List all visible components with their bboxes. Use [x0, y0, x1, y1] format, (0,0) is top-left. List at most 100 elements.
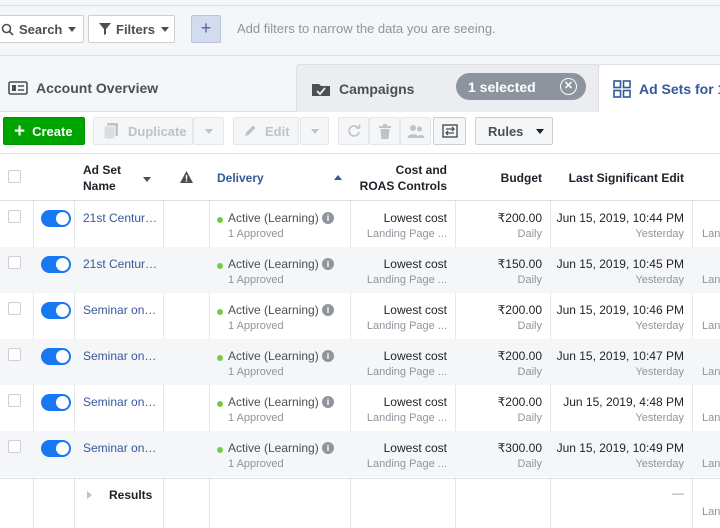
filters-button[interactable]: Filters: [88, 15, 175, 43]
cost-sub: Landing Page ...: [366, 458, 447, 470]
ad-set-name-link[interactable]: Seminar on Marketing: [83, 303, 159, 317]
cost-control: Lowest cost: [383, 303, 447, 317]
column-header-last-edit[interactable]: Last Significant Edit: [552, 170, 684, 186]
sort-up-icon[interactable]: [334, 175, 342, 180]
budget-value[interactable]: ₹200.00: [452, 211, 542, 225]
edit-dropdown[interactable]: [300, 117, 329, 145]
info-icon[interactable]: i: [322, 258, 334, 270]
truncated-column-text: Lan: [702, 320, 720, 332]
add-filter-button[interactable]: +: [191, 15, 221, 43]
last-edit-time: Jun 15, 2019, 4:48 PM: [563, 395, 684, 409]
last-edit-relative: Yesterday: [635, 366, 684, 378]
truncated-column-text: Lan: [702, 274, 720, 286]
status-toggle[interactable]: [41, 394, 71, 411]
people-icon: [407, 125, 424, 138]
select-all-checkbox[interactable]: [8, 170, 21, 183]
table-row[interactable]: 21st Century Marketing Active (Learning)i…: [0, 201, 720, 247]
filter-hint: Add filters to narrow the data you are s…: [237, 21, 496, 36]
level-tabs: Account Overview Campaigns Ad Sets for 1: [0, 56, 720, 113]
status-toggle[interactable]: [41, 256, 71, 273]
info-icon[interactable]: i: [322, 304, 334, 316]
approved-count: 1 Approved: [228, 320, 284, 332]
ad-set-name-link[interactable]: Seminar on Marketing: [83, 395, 159, 409]
compare-button[interactable]: [433, 117, 466, 145]
status-dot-icon: [217, 401, 223, 407]
chevron-down-icon: [161, 26, 170, 32]
duplicate-icon: [103, 123, 118, 140]
tab-ad-sets[interactable]: Ad Sets for 1: [598, 64, 720, 113]
row-checkbox[interactable]: [8, 440, 21, 453]
row-checkbox[interactable]: [8, 256, 21, 269]
selected-pill[interactable]: 1 selected ✕: [456, 73, 586, 100]
ad-set-name-link[interactable]: Seminar on Marketing: [83, 441, 159, 455]
duplicate-label: Duplicate: [128, 123, 187, 139]
status-toggle[interactable]: [41, 348, 71, 365]
last-edit-relative: Yesterday: [635, 412, 684, 424]
info-icon[interactable]: i: [322, 212, 334, 224]
ad-set-name-link[interactable]: Seminar on Marketing: [83, 349, 159, 363]
status-toggle[interactable]: [41, 210, 71, 227]
duplicate-dropdown[interactable]: [193, 117, 224, 145]
column-header-name[interactable]: Ad Set Name: [83, 162, 121, 194]
results-label: Results: [109, 488, 153, 502]
status-toggle[interactable]: [41, 302, 71, 319]
results-extra: Lan: [702, 506, 720, 518]
cost-control: Lowest cost: [383, 441, 447, 455]
duplicate-button[interactable]: Duplicate: [93, 117, 193, 145]
column-header-cost[interactable]: Cost and ROAS Controls: [350, 162, 447, 194]
budget-value[interactable]: ₹200.00: [452, 395, 542, 409]
cost-sub: Landing Page ...: [366, 366, 447, 378]
sort-caret-icon[interactable]: [143, 177, 151, 182]
status-dot-icon: [217, 355, 223, 361]
budget-type: Daily: [517, 228, 542, 240]
table-row[interactable]: Seminar on Marketing Active (Learning)i 1 …: [0, 293, 720, 339]
truncated-column-text: Lan: [702, 458, 720, 470]
action-toolbar: + Create Duplicate Edit Rules: [0, 112, 720, 152]
approved-count: 1 Approved: [228, 458, 284, 470]
edit-button[interactable]: Edit: [233, 117, 299, 145]
rules-button[interactable]: Rules: [475, 117, 553, 145]
budget-value[interactable]: ₹300.00: [452, 441, 542, 455]
delivery-status: Active (Learning): [228, 303, 319, 317]
column-header-delivery[interactable]: Delivery: [217, 170, 264, 186]
row-checkbox[interactable]: [8, 394, 21, 407]
tab-account-overview[interactable]: Account Overview: [0, 64, 300, 112]
budget-value[interactable]: ₹200.00: [452, 303, 542, 317]
column-header-budget[interactable]: Budget: [455, 170, 542, 186]
audience-button[interactable]: [400, 117, 431, 145]
cost-sub: Landing Page ...: [366, 412, 447, 424]
status-toggle[interactable]: [41, 440, 71, 457]
divider: [0, 5, 720, 6]
create-button[interactable]: + Create: [3, 117, 85, 145]
edit-label: Edit: [265, 123, 290, 139]
info-icon[interactable]: i: [322, 350, 334, 362]
last-edit-relative: Yesterday: [635, 274, 684, 286]
info-icon[interactable]: i: [322, 396, 334, 408]
ad-set-name-link[interactable]: 21st Century Marketing: [83, 257, 159, 271]
pencil-icon: [245, 125, 256, 136]
expand-caret-icon[interactable]: [87, 491, 92, 499]
divider: [0, 478, 720, 479]
table-row[interactable]: Seminar on Marketing Active (Learning)i 1 …: [0, 339, 720, 385]
table-row[interactable]: 21st Century Marketing Active (Learning)i…: [0, 247, 720, 293]
row-checkbox[interactable]: [8, 210, 21, 223]
tab-ad-sets-label: Ad Sets for 1: [639, 81, 720, 97]
budget-value[interactable]: ₹200.00: [452, 349, 542, 363]
table-row[interactable]: Seminar on Marketing Active (Learning)i 1 …: [0, 385, 720, 431]
row-checkbox[interactable]: [8, 348, 21, 361]
info-icon[interactable]: i: [322, 442, 334, 454]
delete-button[interactable]: [369, 117, 400, 145]
rules-label: Rules: [488, 123, 524, 139]
refresh-button[interactable]: [338, 117, 369, 145]
close-icon[interactable]: ✕: [560, 78, 577, 95]
cost-sub: Landing Page ...: [366, 228, 447, 240]
search-button[interactable]: Search: [0, 15, 84, 43]
cost-sub: Landing Page ...: [366, 320, 447, 332]
table-row[interactable]: Seminar on Marketing Active (Learning)i 1 …: [0, 431, 720, 477]
cost-control: Lowest cost: [383, 257, 447, 271]
search-icon: [1, 23, 14, 36]
row-checkbox[interactable]: [8, 302, 21, 315]
header-text: ROAS Controls: [359, 179, 447, 193]
ad-set-name-link[interactable]: 21st Century Marketing: [83, 211, 159, 225]
budget-value[interactable]: ₹150.00: [452, 257, 542, 271]
